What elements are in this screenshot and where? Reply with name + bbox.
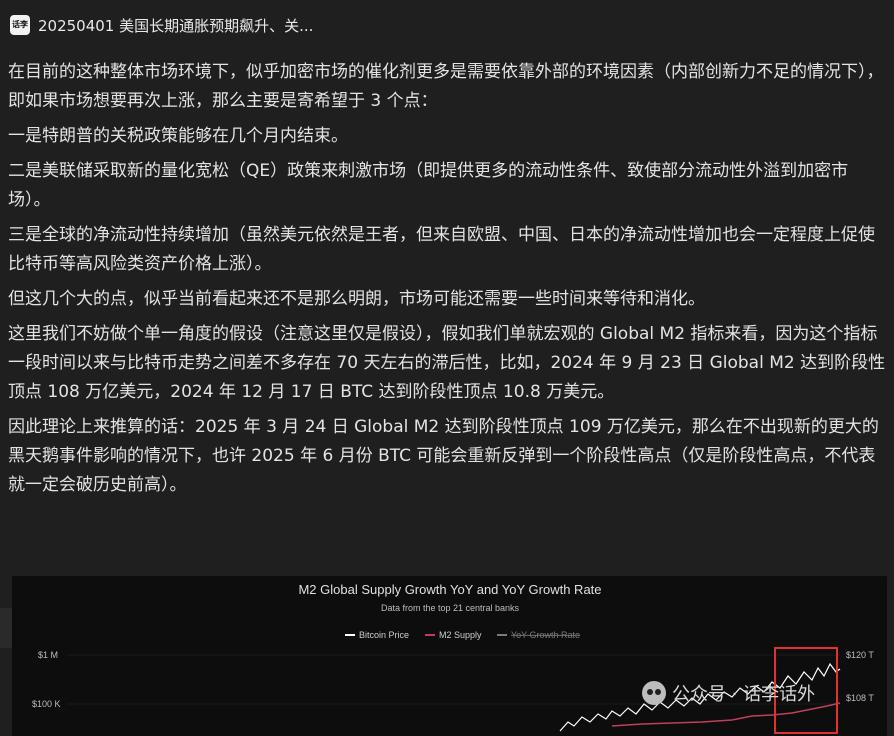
avatar-text: 话李 [12, 20, 28, 29]
m2-supply-line [611, 702, 841, 727]
right-axis-label: $108 T [846, 693, 874, 703]
paragraph: 这里我们不妨做个单一角度的假设（注意这里仅是假设），假如我们单就宏观的 Glob… [8, 324, 886, 402]
chart-image: M2 Global Supply Growth YoY and YoY Grow… [12, 576, 887, 736]
chart-subtitle: Data from the top 21 central banks [381, 603, 520, 613]
legend-yoy: YoY Growth Rate [511, 630, 580, 640]
paragraph: 三是全球的净流动性持续增加（虽然美元依然是王者，但来自欧盟、中国、日本的净流动性… [8, 225, 875, 274]
paragraph: 二是美联储采取新的量化宽松（QE）政策来刺激市场（即提供更多的流动性条件、致使部… [8, 161, 849, 210]
left-axis-label: $1 M [38, 650, 58, 660]
paragraph: 在目前的这种整体市场环境下，似乎加密市场的催化剂更多是需要依靠外部的环境因素（内… [8, 62, 884, 111]
paragraph: 但这几个大的点，似乎当前看起来还不是那么明朗，市场可能还需要一些时间来等待和消化… [8, 289, 705, 309]
wechat-icon [642, 681, 666, 705]
legend-m2: M2 Supply [439, 630, 482, 640]
paragraph: 一是特朗普的关税政策能够在几个月内结束。 [8, 126, 348, 146]
right-axis-label: $120 T [846, 650, 874, 660]
chart-title: M2 Global Supply Growth YoY and YoY Grow… [298, 582, 601, 597]
paragraph: 因此理论上来推算的话：2025 年 3 月 24 日 Global M2 达到阶… [8, 417, 879, 495]
legend-btc: Bitcoin Price [359, 630, 409, 640]
watermark: 公众号 · 话李话外 [642, 680, 815, 706]
article-header: 话李 20250401 美国长期通胀预期飙升、关... [10, 10, 884, 40]
watermark-text: 公众号 · 话李话外 [672, 684, 816, 705]
chart-svg: M2 Global Supply Growth YoY and YoY Grow… [32, 582, 874, 734]
avatar[interactable]: 话李 [10, 15, 30, 35]
article-title[interactable]: 20250401 美国长期通胀预期飙升、关... [38, 15, 313, 36]
left-axis-label: $100 K [32, 699, 61, 709]
chart-legend: Bitcoin Price M2 Supply YoY Growth Rate [345, 630, 580, 640]
article-body: 在目前的这种整体市场环境下，似乎加密市场的催化剂更多是需要依靠外部的环境因素（内… [8, 58, 888, 506]
